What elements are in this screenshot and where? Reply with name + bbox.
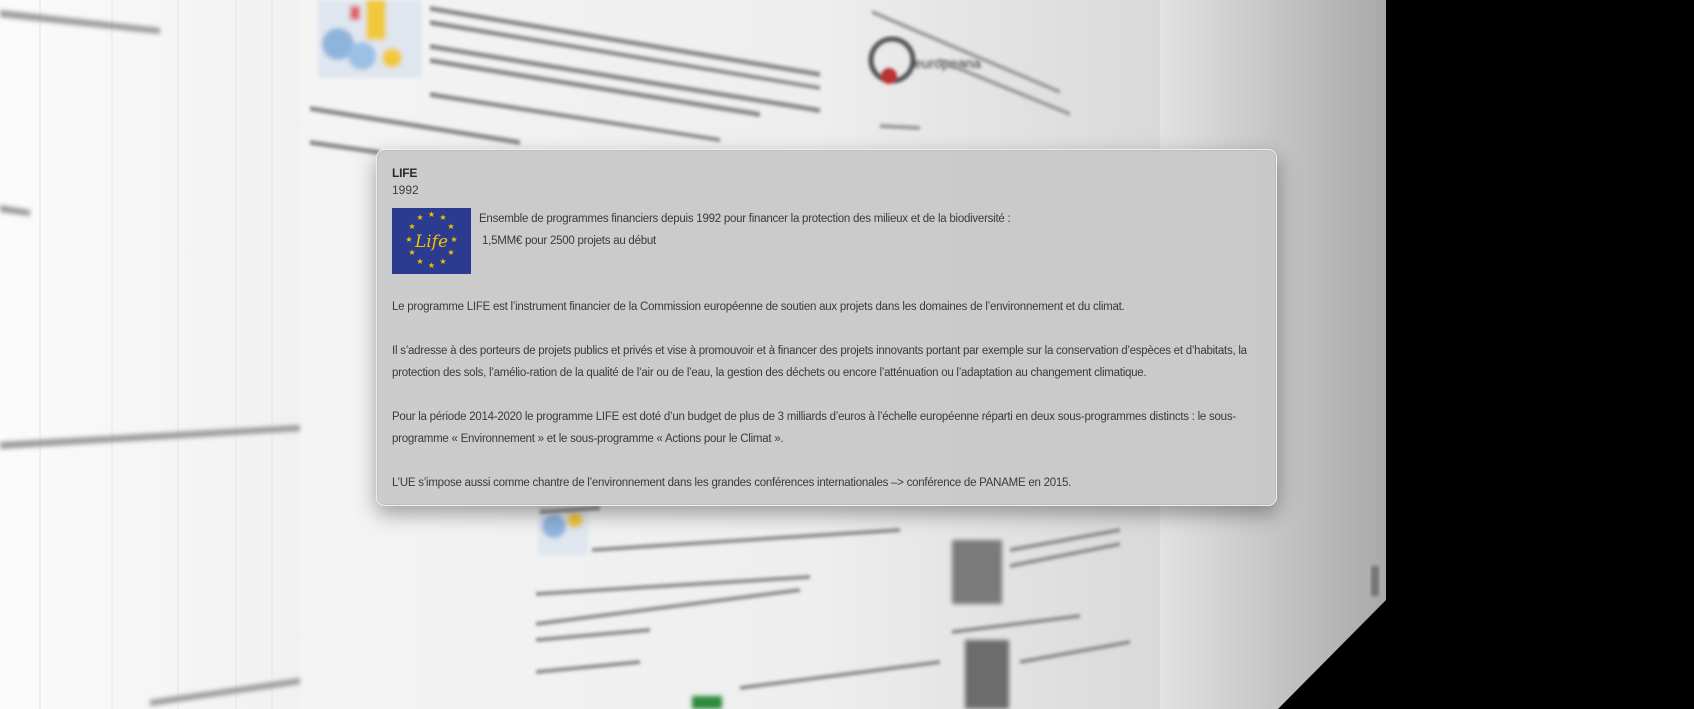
svg-text:★: ★: [405, 235, 412, 244]
map-thumbnail: [318, 0, 422, 78]
corner-icon: [1371, 566, 1379, 596]
svg-text:★: ★: [439, 213, 446, 222]
svg-text:★: ★: [439, 257, 446, 266]
intro-line-1: Ensemble de programmes financiers depuis…: [479, 213, 1011, 225]
svg-text:★: ★: [408, 222, 415, 231]
card-header-row: ★ ★ ★ ★ ★ ★ ★ ★ ★ ★ ★ ★ Life Ensemble de…: [392, 208, 1261, 274]
intro-line-2: 1,5MM€ pour 2500 projets au début: [482, 235, 656, 247]
paragraph-1: Le programme LIFE est l’instrument finan…: [392, 301, 1125, 313]
card-title: LIFE: [392, 166, 418, 180]
paragraph-4: L’UE s’impose aussi comme chantre de l’e…: [392, 477, 1072, 489]
paragraph-3: Pour la période 2014-2020 le programme L…: [392, 411, 1236, 445]
life-logo-text: Life: [414, 232, 448, 252]
svg-text:★: ★: [447, 248, 454, 257]
card-year: 1992: [392, 183, 419, 197]
svg-text:★: ★: [428, 261, 435, 270]
svg-text:★: ★: [447, 222, 454, 231]
life-eu-logo: ★ ★ ★ ★ ★ ★ ★ ★ ★ ★ ★ ★ Life: [392, 208, 471, 274]
svg-text:★: ★: [416, 213, 423, 222]
svg-text:★: ★: [428, 210, 435, 219]
intro-text: Ensemble de programmes financiers depuis…: [479, 208, 1011, 274]
svg-text:★: ★: [450, 235, 457, 244]
paragraph-2: Il s’adresse à des porteurs de projets p…: [392, 345, 1247, 379]
svg-text:★: ★: [416, 257, 423, 266]
info-card: LIFE 1992 ★ ★ ★ ★ ★ ★ ★ ★ ★ ★ ★ ★ Life E…: [376, 149, 1277, 506]
eu-stars-icon: ★ ★ ★ ★ ★ ★ ★ ★ ★ ★ ★ ★ Life: [392, 208, 471, 274]
